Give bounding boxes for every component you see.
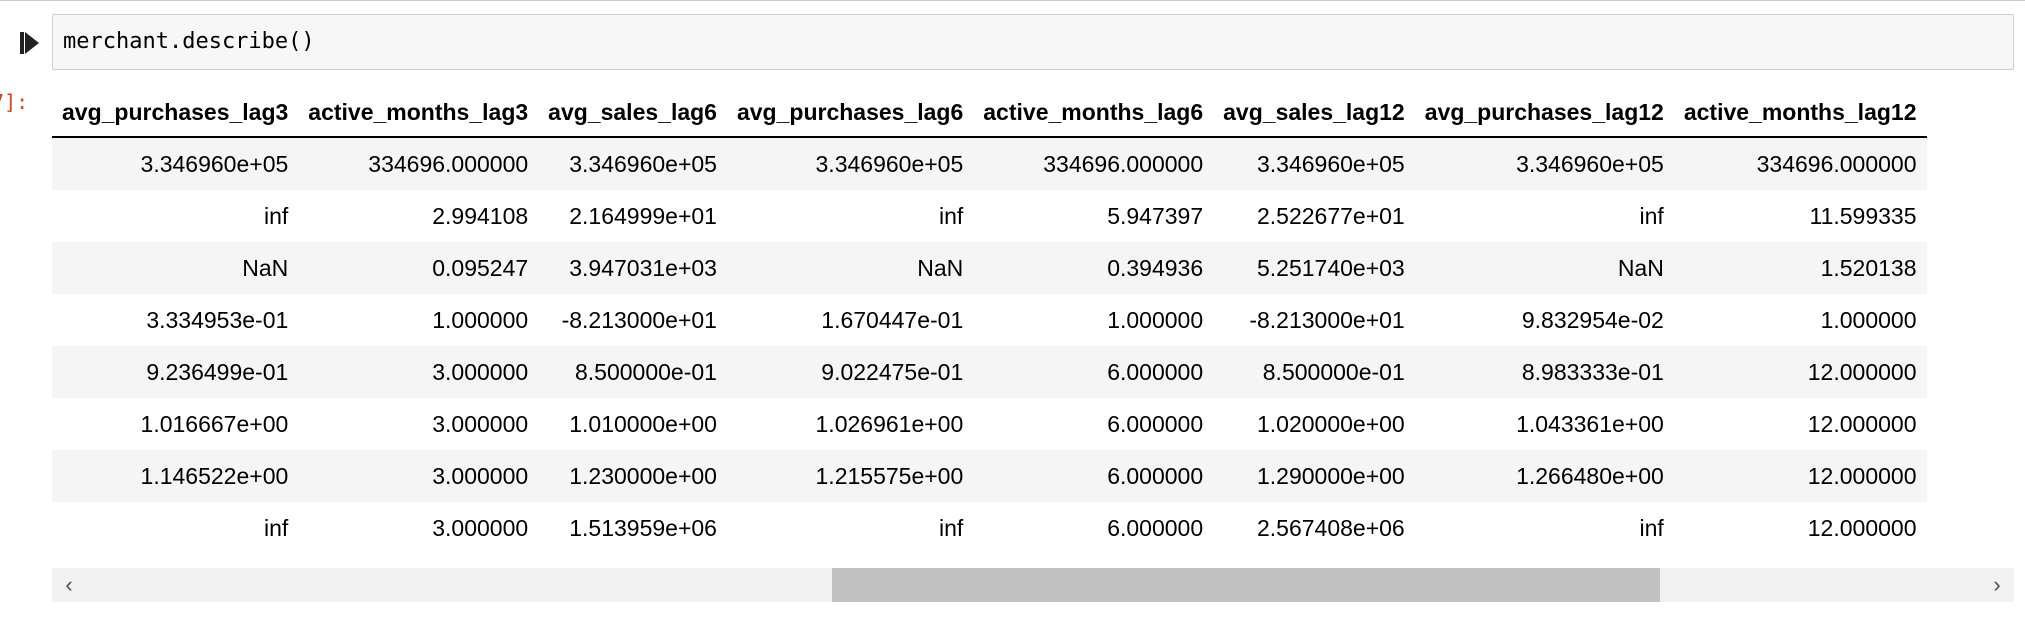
table-cell: 3.334953e-01 — [52, 294, 299, 346]
top-divider — [0, 0, 2025, 1]
table-cell: 2.994108 — [298, 190, 539, 242]
table-cell: 1.670447e-01 — [726, 294, 974, 346]
table-row: 3.346960e+05 334696.000000 3.346960e+05 3.3… — [52, 137, 1927, 190]
step-run-icon[interactable] — [20, 30, 40, 56]
table-cell: 8.500000e-01 — [538, 346, 727, 398]
table-cell: 1.010000e+00 — [538, 398, 727, 450]
table-cell: 1.146522e+00 — [52, 450, 299, 502]
table-cell: inf — [52, 502, 299, 554]
table-row: 9.236499e-01 3.000000 8.500000e-01 9.022475… — [52, 346, 1927, 398]
table-row: 1.146522e+00 3.000000 1.230000e+00 1.215575… — [52, 450, 1927, 502]
table-cell: 1.290000e+00 — [1213, 450, 1415, 502]
table-cell: 1.000000 — [973, 294, 1214, 346]
output-prompt: [7]: — [0, 90, 40, 114]
table-cell: 3.000000 — [298, 398, 539, 450]
horizontal-scrollbar[interactable]: ‹ › — [52, 568, 2014, 602]
table-row: 3.334953e-01 1.000000 -8.213000e+01 1.67044… — [52, 294, 1927, 346]
code-input-area[interactable]: merchant.describe() — [52, 14, 2014, 70]
table-row: 1.016667e+00 3.000000 1.010000e+00 1.026961… — [52, 398, 1927, 450]
table-cell: 1.000000 — [298, 294, 539, 346]
table-cell: 6.000000 — [973, 450, 1214, 502]
column-header: avg_sales_lag12 — [1213, 88, 1415, 138]
table-cell: 3.000000 — [298, 346, 539, 398]
table-cell: 1.513959e+06 — [538, 502, 727, 554]
table-cell: 1.020000e+00 — [1213, 398, 1415, 450]
scroll-right-arrow-icon[interactable]: › — [1980, 568, 2014, 602]
table-cell: -8.213000e+01 — [1213, 294, 1415, 346]
table-cell: 12.000000 — [1673, 398, 1927, 450]
table-cell: 1.026961e+00 — [726, 398, 974, 450]
describe-table: avg_purchases_lag3 active_months_lag3 av… — [52, 88, 1927, 554]
table-cell: inf — [726, 502, 974, 554]
column-header: avg_sales_lag6 — [538, 88, 727, 138]
table-cell: 1.016667e+00 — [52, 398, 299, 450]
table-cell: 6.000000 — [973, 346, 1214, 398]
table-cell: NaN — [726, 242, 974, 294]
column-header: avg_purchases_lag3 — [52, 88, 299, 138]
table-cell: 1.266480e+00 — [1414, 450, 1674, 502]
table-cell: 12.000000 — [1673, 346, 1927, 398]
table-row: inf 2.994108 2.164999e+01 inf 5.947397 2.5226… — [52, 190, 1927, 242]
column-header: avg_purchases_lag6 — [726, 88, 974, 138]
table-cell: 3.346960e+05 — [726, 137, 974, 190]
table-cell: 1.043361e+00 — [1414, 398, 1674, 450]
header-row: avg_purchases_lag3 active_months_lag3 av… — [52, 88, 1927, 138]
table-cell: 2.567408e+06 — [1213, 502, 1415, 554]
table-cell: 1.520138 — [1673, 242, 1927, 294]
scrollbar-thumb[interactable] — [832, 568, 1660, 602]
table-cell: 3.346960e+05 — [1213, 137, 1415, 190]
table-row: NaN 0.095247 3.947031e+03 NaN 0.394936 5.2517… — [52, 242, 1927, 294]
table-cell: NaN — [1414, 242, 1674, 294]
table-cell: 0.095247 — [298, 242, 539, 294]
scroll-left-arrow-icon[interactable]: ‹ — [52, 568, 86, 602]
table-cell: 3.346960e+05 — [1414, 137, 1674, 190]
table-body: 3.346960e+05 334696.000000 3.346960e+05 3.3… — [52, 137, 1927, 554]
table-cell: 5.947397 — [973, 190, 1214, 242]
table-cell: 2.522677e+01 — [1213, 190, 1415, 242]
table-cell: 8.983333e-01 — [1414, 346, 1674, 398]
code-line[interactable]: merchant.describe() — [63, 29, 315, 54]
table-cell: 3.000000 — [298, 450, 539, 502]
column-header: avg_purchases_lag12 — [1414, 88, 1674, 138]
table-cell: 334696.000000 — [973, 137, 1214, 190]
table-cell: 9.832954e-02 — [1414, 294, 1674, 346]
table-cell: 12.000000 — [1673, 502, 1927, 554]
column-header: active_months_lag6 — [973, 88, 1214, 138]
table-cell: 3.346960e+05 — [52, 137, 299, 190]
table-cell: inf — [1414, 190, 1674, 242]
table-cell: 9.022475e-01 — [726, 346, 974, 398]
table-cell: -8.213000e+01 — [538, 294, 727, 346]
table-cell: 1.215575e+00 — [726, 450, 974, 502]
table-row: inf 3.000000 1.513959e+06 inf 6.000000 2.5674… — [52, 502, 1927, 554]
table-cell: 0.394936 — [973, 242, 1214, 294]
table-cell: 3.000000 — [298, 502, 539, 554]
output-prompt-label: [7]: — [0, 90, 29, 114]
table-cell: 12.000000 — [1673, 450, 1927, 502]
table-cell: inf — [1414, 502, 1674, 554]
table-cell: 11.599335 — [1673, 190, 1927, 242]
table-cell: 334696.000000 — [298, 137, 539, 190]
column-header: active_months_lag3 — [298, 88, 539, 138]
output-area[interactable]: avg_purchases_lag3 active_months_lag3 av… — [52, 88, 2014, 568]
table-cell: inf — [52, 190, 299, 242]
table-cell: 3.947031e+03 — [538, 242, 727, 294]
table-cell: 1.000000 — [1673, 294, 1927, 346]
table-cell: 8.500000e-01 — [1213, 346, 1415, 398]
table-cell: 334696.000000 — [1673, 137, 1927, 190]
table-cell: inf — [726, 190, 974, 242]
table-cell: 6.000000 — [973, 398, 1214, 450]
table-cell: 1.230000e+00 — [538, 450, 727, 502]
table-cell: 6.000000 — [973, 502, 1214, 554]
table-cell: 9.236499e-01 — [52, 346, 299, 398]
table-cell: NaN — [52, 242, 299, 294]
table-cell: 3.346960e+05 — [538, 137, 727, 190]
table-cell: 5.251740e+03 — [1213, 242, 1415, 294]
table-cell: 2.164999e+01 — [538, 190, 727, 242]
column-header: active_months_lag12 — [1673, 88, 1927, 138]
